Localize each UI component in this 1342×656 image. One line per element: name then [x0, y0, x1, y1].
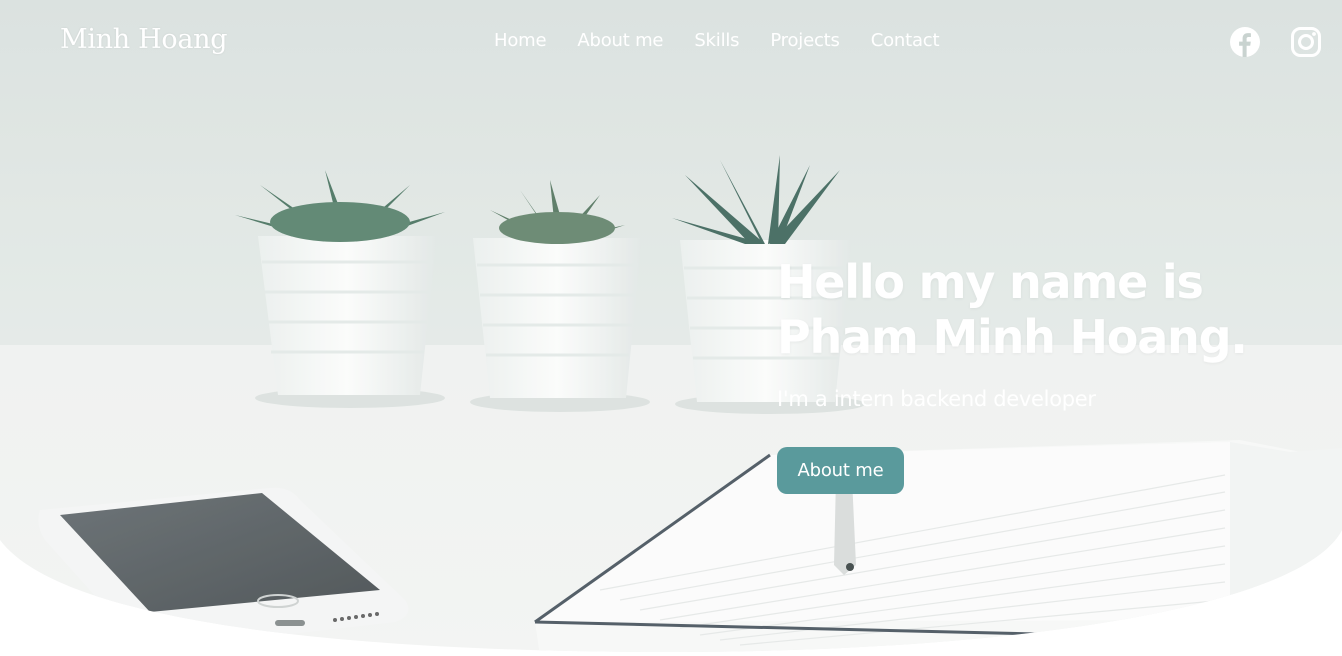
nav-link-skills[interactable]: Skills	[694, 30, 739, 51]
headline-line-1: Hello my name is	[777, 255, 1204, 309]
nav-menu: Home About me Skills Projects Contact	[494, 30, 940, 51]
instagram-icon[interactable]	[1290, 26, 1322, 58]
hero-section: Minh Hoang Home About me Skills Projects…	[0, 0, 1342, 656]
navbar: Minh Hoang Home About me Skills Projects…	[0, 0, 1342, 84]
hero-intro: Hello my name is Pham Minh Hoang. I'm a …	[777, 255, 1297, 411]
nav-link-home[interactable]: Home	[494, 30, 547, 51]
site-logo[interactable]: Minh Hoang	[60, 24, 228, 55]
hero-subtitle: I'm a intern backend developer	[777, 387, 1096, 411]
facebook-icon[interactable]	[1229, 26, 1261, 58]
nav-link-about-me[interactable]: About me	[577, 30, 663, 51]
nav-link-projects[interactable]: Projects	[770, 30, 840, 51]
hero-headline: Hello my name is Pham Minh Hoang.	[777, 255, 1297, 365]
nav-link-contact[interactable]: Contact	[871, 30, 940, 51]
about-me-button[interactable]: About me	[777, 447, 904, 494]
headline-line-2: Pham Minh Hoang.	[777, 310, 1248, 364]
